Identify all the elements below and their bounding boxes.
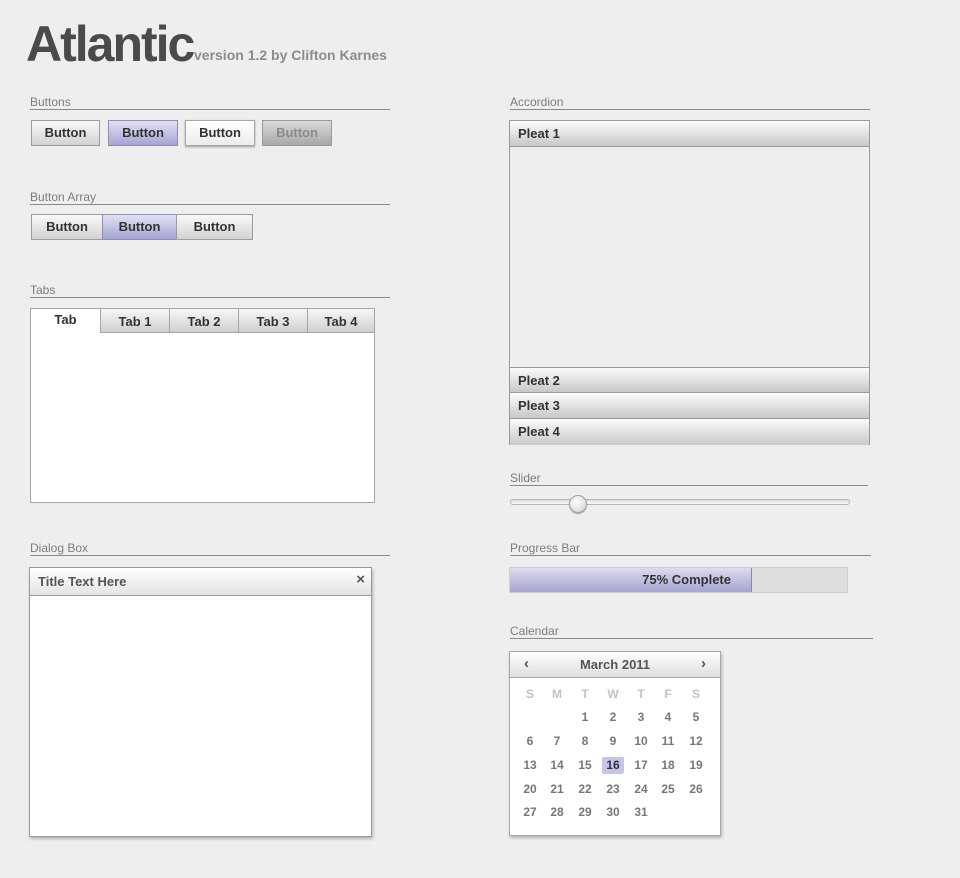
- calendar-day[interactable]: 18: [657, 757, 679, 774]
- dialog-box: Title Text Here ×: [29, 567, 372, 837]
- calendar-day[interactable]: 5: [685, 709, 707, 726]
- calendar-day[interactable]: 25: [657, 781, 679, 798]
- app-title: Atlantic: [26, 16, 195, 72]
- tab-1[interactable]: Tab 1: [100, 309, 169, 333]
- accordion-pleat-2[interactable]: Pleat 2: [510, 367, 869, 393]
- calendar-day[interactable]: 15: [574, 757, 596, 774]
- calendar-weekday: M: [552, 687, 562, 701]
- section-label-buttons: Buttons: [30, 95, 390, 110]
- section-label-slider: Slider: [510, 471, 868, 486]
- accordion-pleat-content: [510, 147, 869, 368]
- calendar-day[interactable]: 6: [519, 733, 541, 750]
- section-label-button-array: Button Array: [30, 190, 390, 205]
- accordion-pleat-3[interactable]: Pleat 3: [510, 393, 869, 419]
- calendar-day[interactable]: 3: [630, 709, 652, 726]
- button-array-item-3[interactable]: Button: [176, 214, 253, 240]
- calendar-day[interactable]: 10: [630, 733, 652, 750]
- calendar-day[interactable]: 20: [519, 781, 541, 798]
- accordion: Pleat 1 Pleat 2 Pleat 3 Pleat 4: [509, 120, 870, 445]
- calendar-day[interactable]: 27: [519, 804, 541, 821]
- section-label-calendar: Calendar: [510, 624, 873, 639]
- accordion-pleat-4[interactable]: Pleat 4: [510, 419, 869, 445]
- dialog-title-bar[interactable]: Title Text Here ×: [30, 568, 371, 596]
- button-normal[interactable]: Button: [31, 120, 100, 146]
- tab-2[interactable]: Tab 2: [169, 309, 238, 333]
- calendar: ‹ March 2011 › S M T W T F S 1 2 3 4 5 6 7 8 9 10 11 12 13 1…: [509, 651, 721, 836]
- calendar-day[interactable]: 30: [602, 804, 624, 821]
- progress-label: 75% Complete: [642, 572, 731, 587]
- slider-handle[interactable]: [569, 495, 587, 513]
- chevron-right-icon[interactable]: ›: [701, 655, 706, 672]
- dialog-title: Title Text Here: [38, 574, 127, 589]
- calendar-day[interactable]: 8: [574, 733, 596, 750]
- calendar-day[interactable]: 12: [685, 733, 707, 750]
- app-subtitle: version 1.2 by Clifton Karnes: [194, 47, 387, 63]
- calendar-day[interactable]: 9: [602, 733, 624, 750]
- button-pressed[interactable]: Button: [108, 120, 178, 146]
- tab-main[interactable]: Tab: [31, 309, 100, 334]
- calendar-day[interactable]: 26: [685, 781, 707, 798]
- section-label-dialog: Dialog Box: [30, 541, 390, 556]
- calendar-day-selected[interactable]: 16: [602, 757, 624, 774]
- calendar-day[interactable]: 14: [546, 757, 568, 774]
- accordion-pleat-1[interactable]: Pleat 1: [510, 121, 869, 147]
- calendar-day[interactable]: 28: [546, 804, 568, 821]
- calendar-day[interactable]: 1: [574, 709, 596, 726]
- calendar-weekday: S: [691, 687, 700, 701]
- calendar-day[interactable]: 7: [546, 733, 568, 750]
- button-array-item-2[interactable]: Button: [102, 214, 177, 240]
- tab-3[interactable]: Tab 3: [238, 309, 307, 333]
- calendar-day[interactable]: 31: [630, 804, 652, 821]
- calendar-day[interactable]: 19: [685, 757, 707, 774]
- close-icon[interactable]: ×: [356, 571, 365, 588]
- tab-4[interactable]: Tab 4: [307, 309, 374, 333]
- calendar-weekday: T: [581, 687, 589, 701]
- progress-bar: 75% Complete: [509, 567, 848, 593]
- calendar-header: ‹ March 2011 ›: [510, 652, 720, 678]
- calendar-day[interactable]: 29: [574, 804, 596, 821]
- tab-panel: Tab Tab 1 Tab 2 Tab 3 Tab 4: [30, 308, 375, 503]
- section-label-progress: Progress Bar: [510, 541, 871, 556]
- calendar-day[interactable]: 11: [657, 733, 679, 750]
- button-focused[interactable]: Button: [185, 120, 255, 146]
- calendar-day[interactable]: 4: [657, 709, 679, 726]
- calendar-day[interactable]: 24: [630, 781, 652, 798]
- section-label-accordion: Accordion: [510, 95, 870, 110]
- calendar-day[interactable]: 22: [574, 781, 596, 798]
- button-array-item-1[interactable]: Button: [31, 214, 103, 240]
- calendar-weekday: W: [607, 687, 619, 701]
- calendar-day[interactable]: 21: [546, 781, 568, 798]
- calendar-day[interactable]: 17: [630, 757, 652, 774]
- calendar-day[interactable]: 23: [602, 781, 624, 798]
- section-label-tabs: Tabs: [30, 283, 390, 298]
- button-disabled: Button: [262, 120, 332, 146]
- calendar-weekday: F: [664, 687, 672, 701]
- calendar-weekday: T: [637, 687, 645, 701]
- calendar-day[interactable]: 13: [519, 757, 541, 774]
- slider-track[interactable]: [510, 499, 850, 505]
- calendar-month-title: March 2011: [579, 657, 651, 672]
- calendar-day[interactable]: 2: [602, 709, 624, 726]
- calendar-weekday: S: [525, 687, 534, 701]
